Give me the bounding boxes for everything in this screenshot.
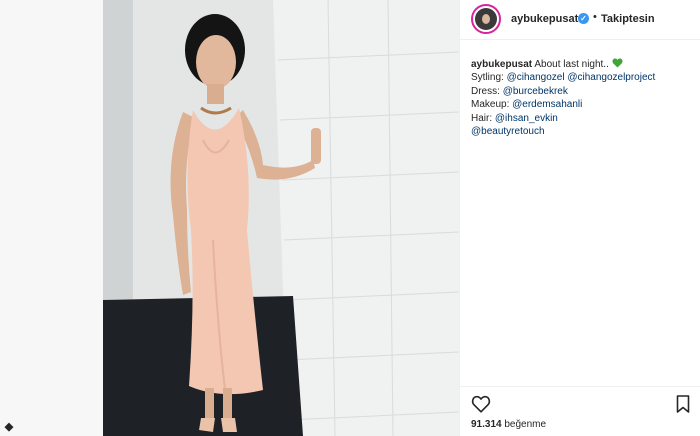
mention-link[interactable]: @cihangozelproject [567, 72, 655, 83]
likes-number: 91.314 [471, 419, 502, 430]
post-photo-image [103, 0, 459, 436]
heart-outline-icon[interactable] [471, 395, 491, 413]
mention-link[interactable]: @burcebekrek [503, 86, 568, 97]
likes-count[interactable]: 91.314 beğenme [471, 419, 546, 430]
left-panel: ◆ [0, 0, 103, 436]
caption-label: Dress: [471, 85, 500, 97]
mention-link[interactable]: @beautyretouch [471, 126, 545, 137]
post-actions: 91.314 beğenme [460, 386, 700, 436]
caption-line-5: Hair: @ihsan_evkin [471, 112, 696, 125]
caption-text: About last night.. [534, 59, 609, 70]
mention-link[interactable]: @erdemsahanli [512, 99, 582, 110]
caption-line-4: Makeup: @erdemsahanli [471, 98, 696, 111]
caption-label: Sytling: [471, 72, 504, 84]
green-heart-icon [612, 58, 623, 68]
avatar[interactable] [471, 4, 501, 34]
verified-badge-icon: ✓ [578, 13, 589, 24]
caption-label: Hair: [471, 112, 493, 124]
likes-word: beğenme [504, 419, 547, 430]
caption-line-3: Dress: @burcebekrek [471, 85, 696, 98]
post-caption: aybukepusat About last night.. Sytling: … [471, 58, 696, 138]
mention-link[interactable]: @ihsan_evkin [495, 113, 558, 124]
caption-line-6: @beautyretouch [471, 125, 696, 138]
avatar-image [475, 8, 497, 30]
post-header: aybukepusat ✓ • Takiptesin [460, 0, 700, 40]
caption-line-1: aybukepusat About last night.. [471, 58, 696, 71]
post-photo[interactable] [103, 0, 459, 436]
following-status-button[interactable]: Takiptesin [601, 13, 655, 25]
corner-glyph-icon: ◆ [4, 421, 14, 433]
bookmark-icon[interactable] [676, 395, 690, 413]
caption-line-2: Sytling: @cihangozel @cihangozelproject [471, 71, 696, 84]
mention-link[interactable]: @cihangozel [507, 72, 565, 83]
caption-author-link[interactable]: aybukepusat [471, 59, 532, 70]
post-sidebar: aybukepusat ✓ • Takiptesin aybukepusat A… [459, 0, 700, 436]
username-link[interactable]: aybukepusat [511, 13, 578, 25]
caption-label: Makeup: [471, 99, 510, 111]
header-separator: • [593, 11, 597, 23]
